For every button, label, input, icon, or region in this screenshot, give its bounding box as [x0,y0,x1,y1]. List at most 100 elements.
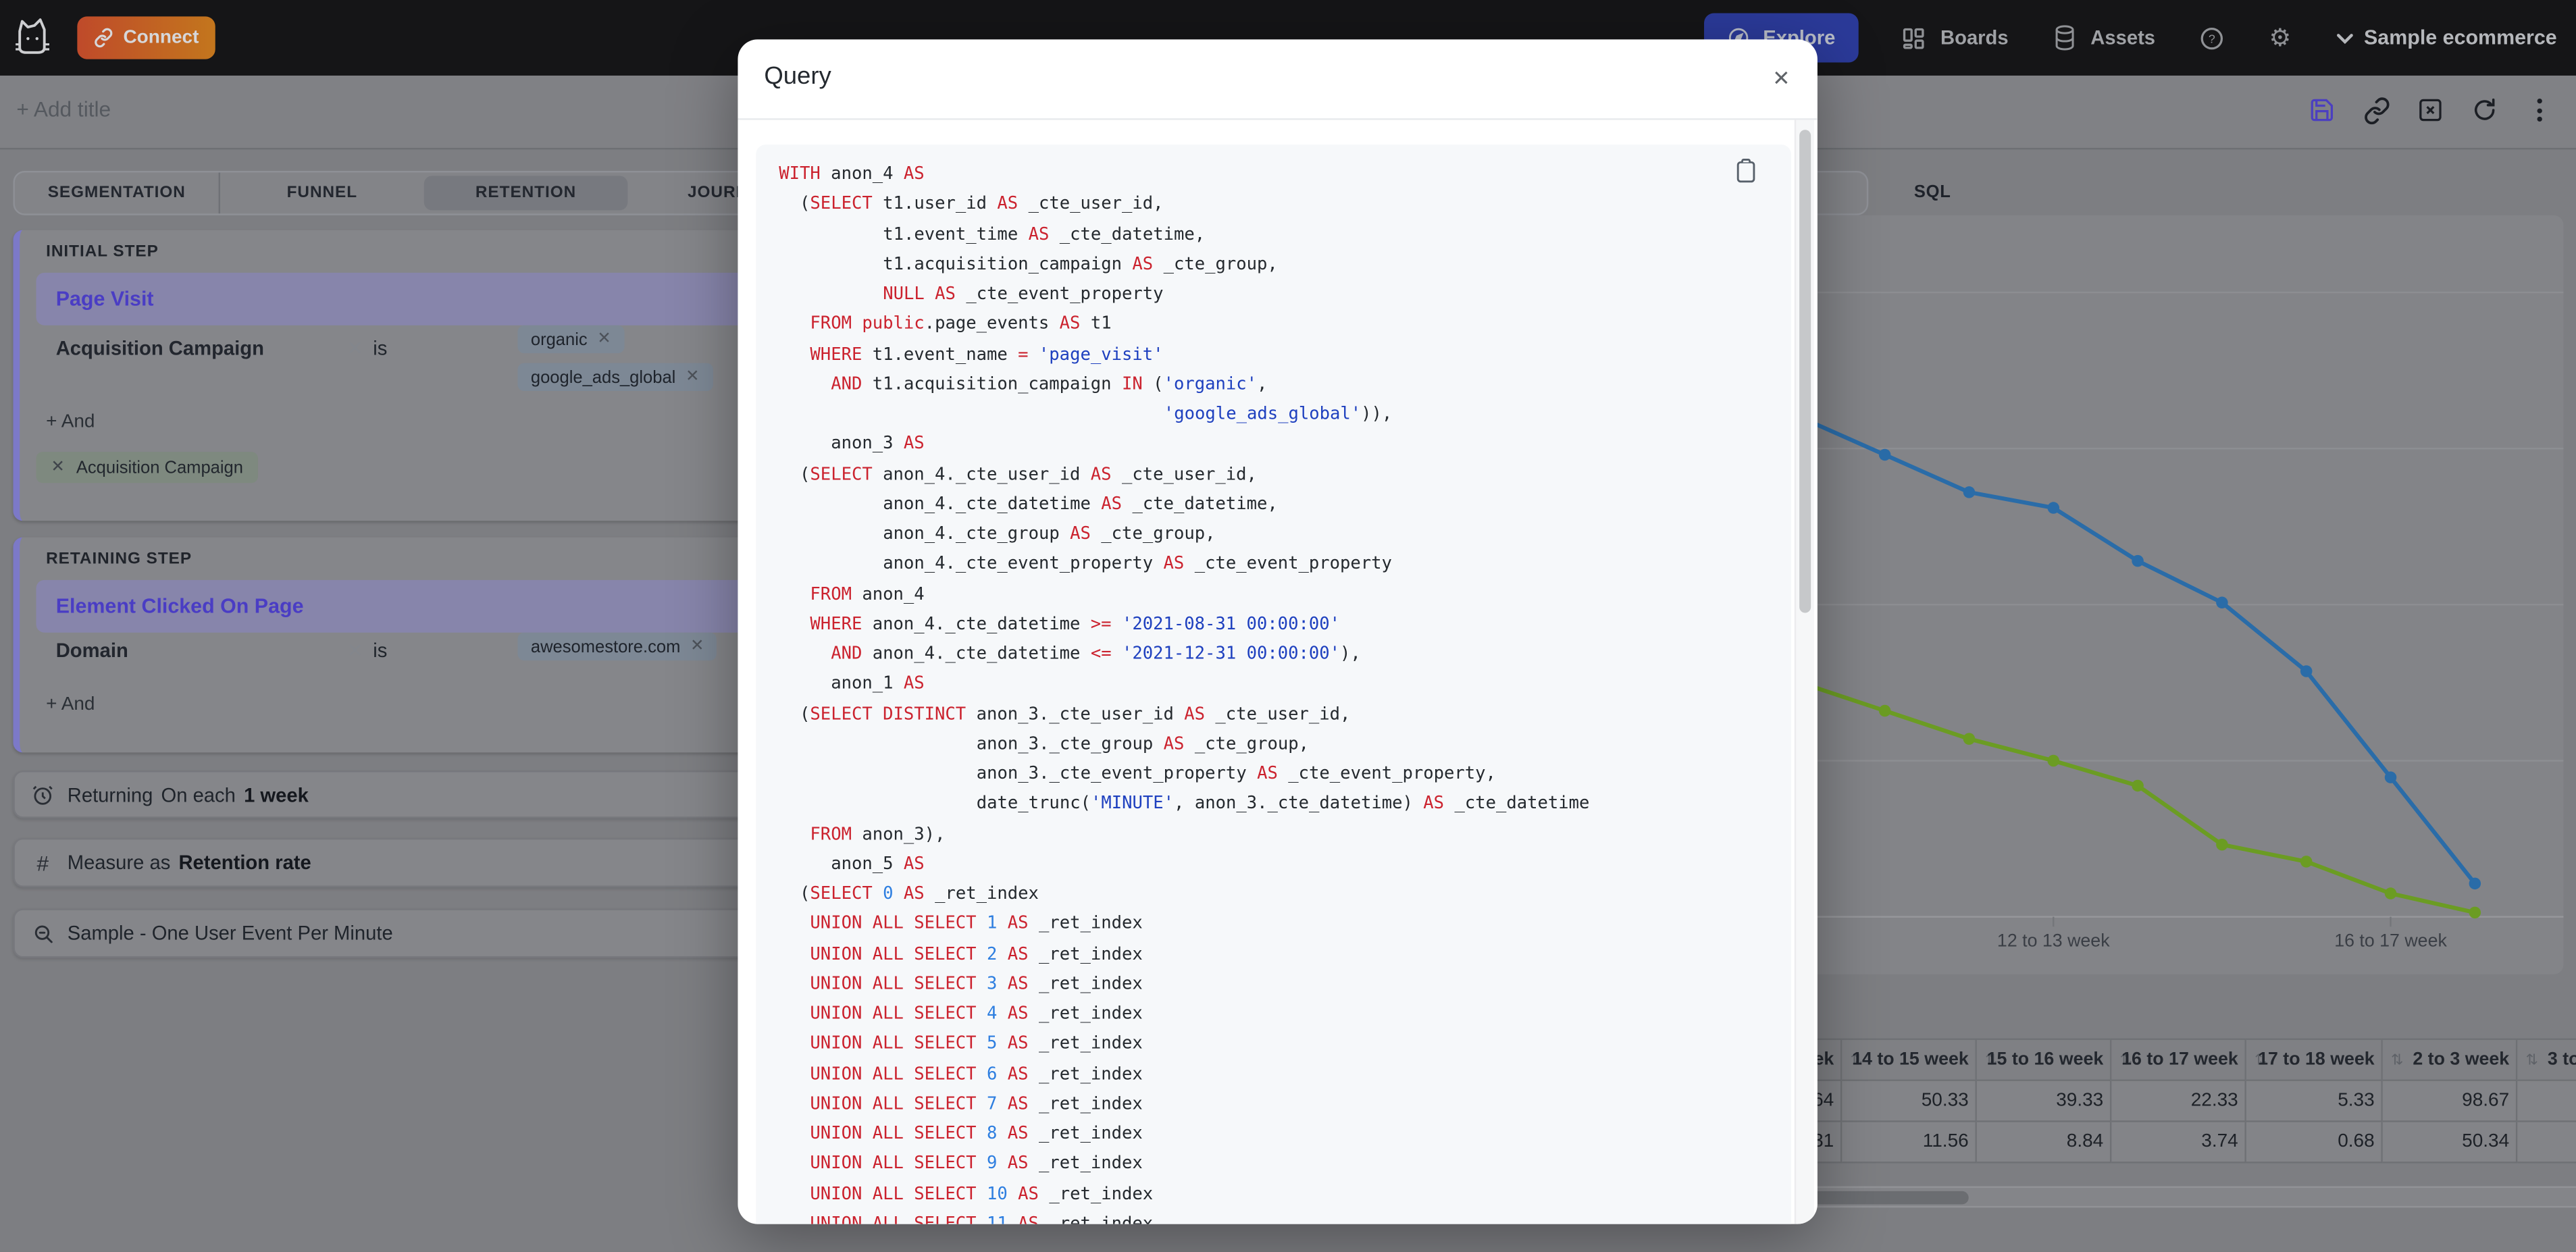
sql-code-block: WITH anon_4 AS (SELECT t1.user_id AS _ct… [756,145,1791,1224]
sql-line: FROM anon_3), [810,824,946,844]
table-cell: 8.84 [1976,1122,2112,1164]
modal-scrollbar-thumb[interactable] [1799,130,1811,613]
returning-value: 1 week [244,783,309,806]
sql-line: anon_5 AS [831,854,925,874]
initial-step-label: INITIAL STEP [46,243,159,261]
sql-line: (SELECT DISTINCT anon_3._cte_user_id AS … [800,704,1351,724]
sql-line: (SELECT anon_4._cte_user_id AS _cte_user… [800,464,1257,484]
retaining-step-panel: RETAINING STEP Element Clicked On Page D… [13,537,861,753]
connect-button[interactable]: Connect [77,16,215,59]
hash-icon: # [36,850,49,875]
sql-line: anon_3._cte_group AS _cte_group, [976,733,1310,754]
connect-label: Connect [123,28,199,48]
sql-line: anon_3._cte_event_property AS _cte_event… [976,764,1496,784]
sql-line: UNION ALL SELECT 7 AS _ret_index [810,1093,1143,1114]
chip-close-icon[interactable]: ✕ [597,330,611,348]
boards-grid-icon [1901,24,1928,51]
operator-is[interactable]: is [373,639,387,662]
sql-line: UNION ALL SELECT 2 AS _ret_index [810,943,1143,964]
chip-close-icon[interactable]: ✕ [690,637,704,656]
query-modal: Query ✕ WITH anon_4 AS (SELECT t1.user_i… [738,39,1818,1224]
table-header-17-to-18-week[interactable]: ⇅ 17 to 18 week [2246,1040,2383,1081]
table-header-14-to-15-week[interactable]: ⇅ 14 to 15 week [1842,1040,1977,1081]
chip-close-icon[interactable]: ✕ [686,368,699,386]
add-and-condition[interactable]: + And [46,695,95,714]
measure-prefix: Measure as [67,851,171,875]
retaining-step-event[interactable]: Element Clicked On Page [36,579,829,633]
sql-line: anon_4._cte_group AS _cte_group, [883,524,1216,544]
assets-label: Assets [2090,26,2156,49]
sql-line: AND anon_4._cte_datetime <= '2021-12-31 … [831,644,1361,664]
sql-line: UNION ALL SELECT 1 AS _ret_index [810,914,1143,934]
sql-line: WITH anon_4 AS [779,164,925,184]
settings-gear-icon[interactable]: ⚙ [2267,24,2293,52]
table-header-16-to-17-week[interactable]: ⇅ 16 to 17 week [2111,1040,2246,1081]
modal-header: Query ✕ [738,39,1818,120]
sort-icon[interactable]: ⇅ [2391,1051,2403,1069]
sql-line: FROM anon_4 [810,583,925,604]
tab-sql[interactable]: SQL [1883,171,1982,212]
property-name[interactable]: Acquisition Campaign [56,337,264,360]
workspace-selector[interactable]: Sample ecommerce [2336,26,2557,49]
property-name[interactable]: Domain [56,639,128,662]
sql-line: UNION ALL SELECT 4 AS _ret_index [810,1003,1143,1024]
table-header-15-to-16-week[interactable]: ⇅ 15 to 16 week [1976,1040,2112,1081]
table-cell [2517,1080,2576,1122]
sql-line: NULL AS _cte_event_property [883,284,1164,305]
remove-property-icon[interactable]: ✕ [346,337,363,360]
value-chip-awesomestore[interactable]: awesomestore.com ✕ [517,632,717,661]
sql-line: t1.acquisition_campaign AS _cte_group, [883,254,1278,274]
table-header-2-to-3-week[interactable]: ⇅ 2 to 3 week [2382,1040,2518,1081]
search-icon [30,920,56,946]
remove-property-icon[interactable]: ✕ [346,639,363,662]
close-icon[interactable]: ✕ [1765,62,1798,95]
tab-funnel[interactable]: FUNNEL [218,172,424,214]
sql-line: date_trunc('MINUTE', anon_3._cte_datetim… [976,793,1590,814]
workspace-label: Sample ecommerce [2364,26,2557,49]
copy-link-icon[interactable] [2360,94,2393,127]
tab-segmentation[interactable]: SEGMENTATION [15,172,219,213]
column-label: 14 to 15 week [1852,1049,1969,1070]
table-cell: 5.33 [2246,1080,2383,1122]
initial-step-event[interactable]: Page Visit [36,272,829,325]
sql-line: UNION ALL SELECT 6 AS _ret_index [810,1064,1143,1084]
sql-line: UNION ALL SELECT 9 AS _ret_index [810,1153,1143,1174]
nav-item-boards[interactable]: Boards [1901,24,2009,51]
tab-retention[interactable]: RETENTION [423,176,628,211]
returning-prefix: Returning [67,783,153,806]
operator-is[interactable]: is [373,337,387,360]
link-icon [95,28,113,48]
sql-line: (SELECT t1.user_id AS _cte_user_id, [800,194,1164,214]
sql-line: UNION ALL SELECT 3 AS _ret_index [810,974,1143,994]
assets-database-icon [2051,24,2078,51]
table-row: 58.6450.3339.3322.335.3398.67 [1710,1080,2576,1122]
refresh-icon[interactable] [2468,94,2501,127]
mitzu-cat-logo-icon[interactable] [15,16,51,59]
chip-close-icon[interactable]: ✕ [51,459,64,477]
value-chip-google-ads-global[interactable]: google_ads_global ✕ [517,363,713,392]
table-cell: 39.33 [1976,1080,2112,1122]
sql-line: WHERE anon_4._cte_datetime >= '2021-08-3… [810,614,1340,634]
clipboard-copy-icon[interactable] [1730,155,1760,188]
sql-line: anon_3 AS [831,434,925,454]
table-cell: 11.56 [1842,1122,1977,1164]
sql-line: anon_4._cte_event_property AS _cte_event… [883,554,1392,574]
table-header-3-to-4-week[interactable]: ⇅ 3 to 4 week [2517,1040,2576,1081]
sort-icon[interactable]: ⇅ [2526,1051,2538,1069]
breakdown-chip[interactable]: ✕ Acquisition Campaign [36,452,258,484]
table-cell [2517,1122,2576,1164]
add-and-condition[interactable]: + And [46,413,95,432]
value-chip-organic[interactable]: organic ✕ [517,325,625,354]
nav-item-assets[interactable]: Assets [2051,24,2155,51]
retention-table: ⇅13 to 14 week⇅14 to 15 week⇅15 to 16 we… [1709,1038,2576,1164]
sql-line: UNION ALL SELECT 11 AS _ret_index [810,1214,1154,1224]
help-icon[interactable]: ? [2198,24,2224,51]
add-title-button[interactable]: + Add title [16,97,111,122]
save-icon[interactable] [2305,94,2338,127]
sql-line: FROM public.page_events AS t1 [810,314,1112,334]
kebab-menu-icon[interactable] [2523,94,2556,127]
measure-row[interactable]: # Measure as Retention rate [13,837,858,887]
returning-period-row[interactable]: Returning On each 1 week [13,771,858,818]
export-excel-icon[interactable] [2414,94,2447,127]
sample-row[interactable]: Sample - One User Event Per Minute [13,908,858,958]
